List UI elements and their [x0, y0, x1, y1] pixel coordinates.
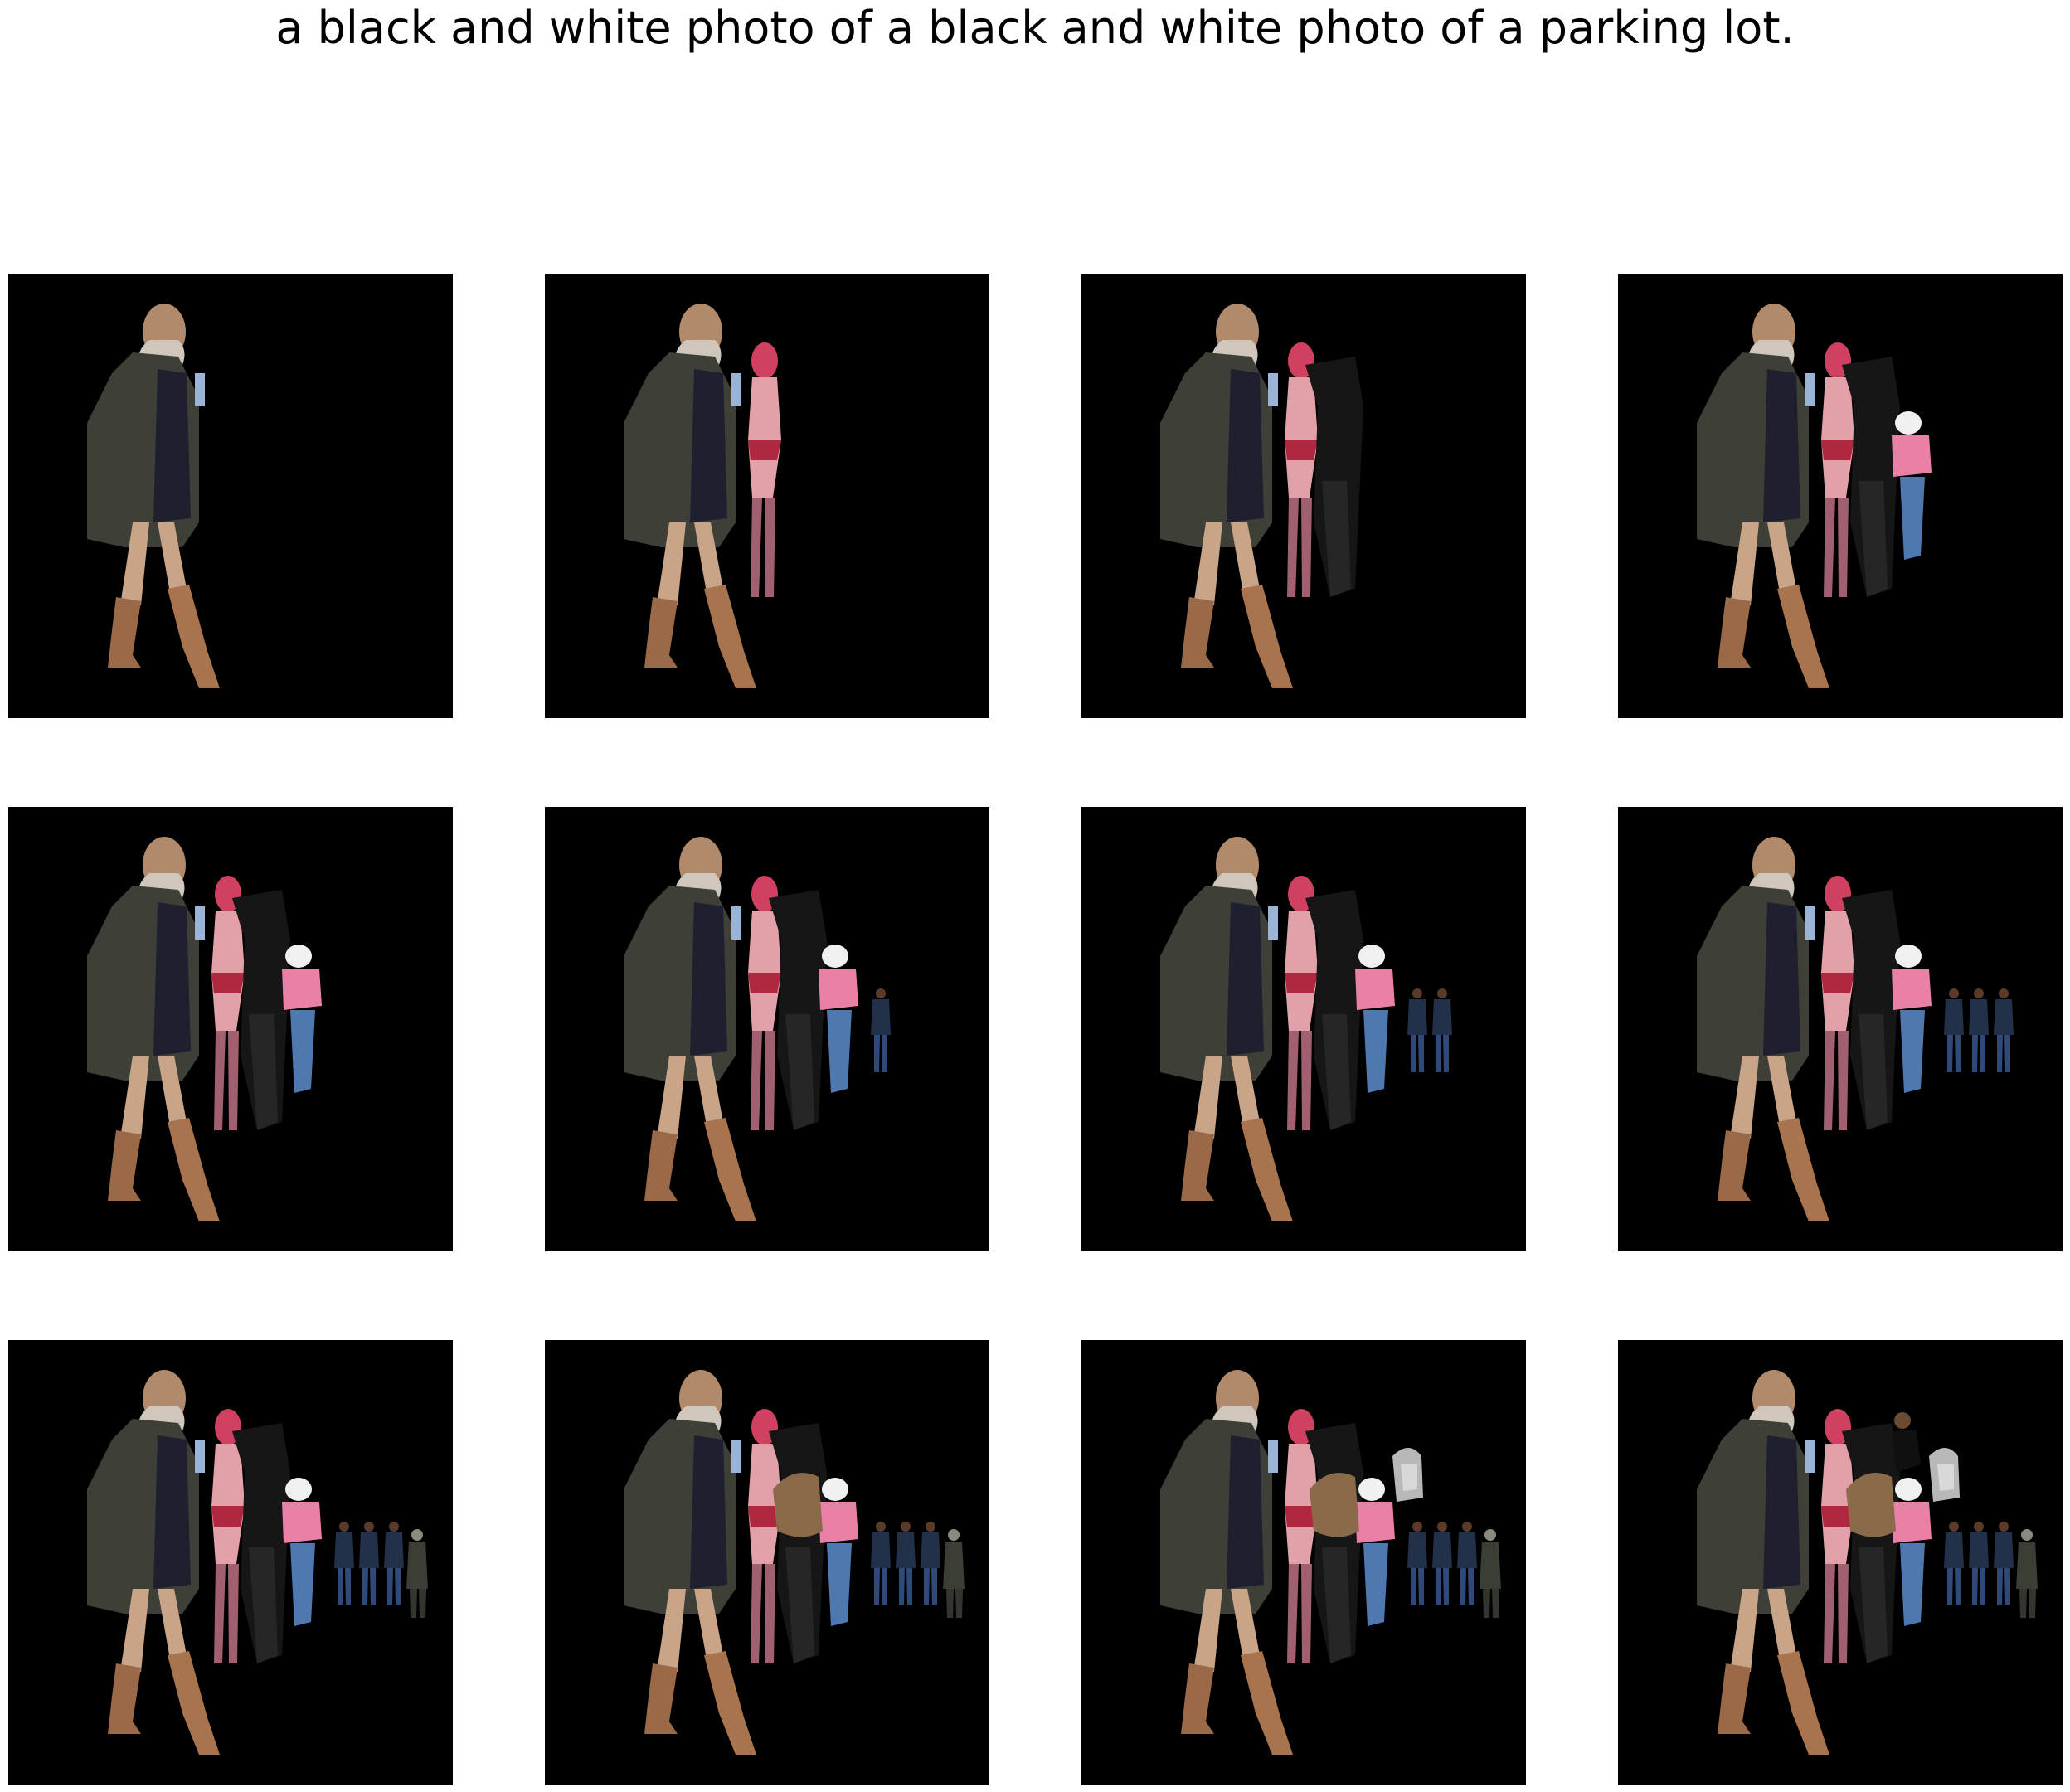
- image-panel-3: [1081, 274, 1526, 718]
- panel-image: [1618, 807, 2063, 1251]
- panel-image: [545, 1340, 989, 1785]
- image-panel-9: [8, 1340, 453, 1785]
- hair-blob: [1310, 1473, 1359, 1537]
- image-panel-2: [545, 274, 989, 718]
- image-panel-4: [1618, 274, 2063, 718]
- image-panel-11: [1081, 1340, 1526, 1785]
- panel-image: [545, 274, 989, 718]
- gray-head-figure: [1392, 1448, 1423, 1502]
- panel-image: [1081, 1340, 1526, 1785]
- figure-caption: a black and white photo of a black and w…: [275, 2, 1795, 54]
- panel-image: [1081, 274, 1526, 718]
- image-panel-1: [8, 274, 453, 718]
- hair-blob: [1846, 1473, 1896, 1537]
- gray-head-figure: [1929, 1448, 1960, 1502]
- image-panel-7: [1081, 807, 1526, 1251]
- panel-image: [1618, 1340, 2063, 1785]
- image-panel-12: [1618, 1340, 2063, 1785]
- panel-image: [8, 274, 453, 718]
- panel-image: [8, 807, 453, 1251]
- image-panel-5: [8, 807, 453, 1251]
- panel-image: [1081, 807, 1526, 1251]
- panel-image: [545, 807, 989, 1251]
- image-panel-6: [545, 807, 989, 1251]
- panel-image: [1618, 274, 2063, 718]
- image-panel-8: [1618, 807, 2063, 1251]
- panel-image: [8, 1340, 453, 1785]
- image-panel-10: [545, 1340, 989, 1785]
- hair-blob: [773, 1473, 823, 1537]
